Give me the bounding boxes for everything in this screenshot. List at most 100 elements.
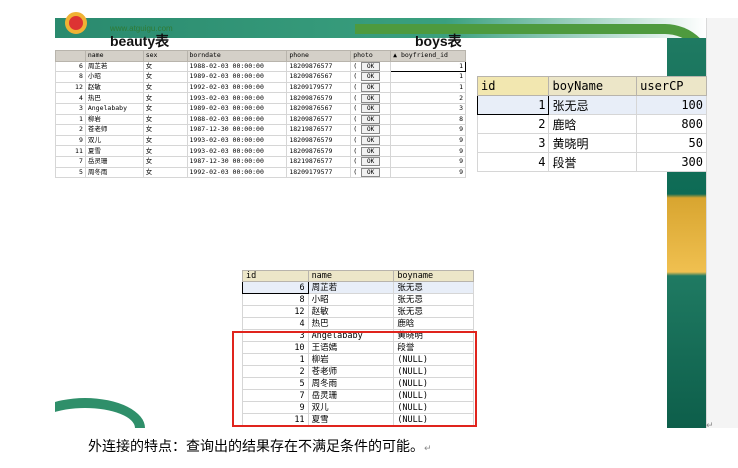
photo-ok-button[interactable]: OK bbox=[361, 114, 381, 124]
beauty-cell[interactable]: 1 bbox=[390, 81, 466, 94]
beauty-row[interactable]: 7 岳灵珊女 1987-12-30 00:00:00 18219876577( OK 9 bbox=[55, 155, 466, 168]
beauty-cell[interactable]: 1993-02-03 00:00:00 bbox=[186, 145, 288, 157]
boys-cell[interactable]: 4 bbox=[476, 152, 550, 172]
beauty-cell[interactable]: 1989-02-03 00:00:00 bbox=[186, 71, 288, 83]
boys-cell[interactable]: 1 bbox=[476, 95, 550, 115]
beauty-cell[interactable]: 18219876577 bbox=[286, 124, 352, 136]
result-cell[interactable]: 张无忌 bbox=[393, 305, 474, 318]
beauty-cell[interactable]: 18209179577 bbox=[286, 81, 352, 94]
boys-cell[interactable]: 鹿晗 bbox=[548, 114, 638, 134]
boys-cell[interactable]: 300 bbox=[636, 152, 707, 172]
beauty-cell[interactable]: 热巴 bbox=[84, 92, 144, 104]
beauty-cell[interactable]: 小昭 bbox=[84, 71, 144, 83]
beauty-cell[interactable]: 18219876577 bbox=[286, 155, 352, 168]
beauty-cell[interactable]: 岳灵珊 bbox=[84, 155, 144, 168]
beauty-cell[interactable]: 9 bbox=[55, 134, 86, 147]
beauty-cell[interactable]: 女 bbox=[142, 92, 188, 104]
beauty-cell[interactable]: 1988-02-03 00:00:00 bbox=[186, 113, 288, 126]
beauty-cell[interactable]: 18209876567 bbox=[286, 102, 352, 115]
beauty-cell[interactable]: 8 bbox=[390, 113, 466, 126]
result-cell[interactable]: 8 bbox=[242, 293, 309, 306]
boys-cell[interactable]: 100 bbox=[636, 95, 707, 115]
result-cell[interactable]: 6 bbox=[242, 281, 309, 294]
beauty-cell[interactable]: 18209876579 bbox=[286, 92, 352, 104]
photo-ok-button[interactable]: OK bbox=[361, 167, 381, 177]
beauty-cell[interactable]: 9 bbox=[390, 134, 466, 147]
boys-row[interactable]: 1 张无忌 100 bbox=[476, 95, 707, 115]
beauty-col-phone[interactable]: phone bbox=[286, 50, 352, 62]
boys-cell[interactable]: 800 bbox=[636, 114, 707, 134]
beauty-cell[interactable]: 18209876579 bbox=[286, 145, 352, 157]
beauty-cell[interactable]: 2 bbox=[55, 124, 86, 136]
result-row[interactable]: 12 赵敏 张无忌 bbox=[242, 305, 474, 318]
boys-row[interactable]: 2 鹿晗 800 bbox=[476, 114, 707, 134]
boys-cell[interactable]: 黄晓明 bbox=[548, 133, 638, 153]
beauty-cell[interactable]: 3 bbox=[390, 102, 466, 115]
beauty-col-name[interactable]: name bbox=[84, 50, 144, 62]
beauty-cell[interactable]: 2 bbox=[390, 92, 466, 104]
beauty-row[interactable]: 12 赵敏女 1992-02-03 00:00:00 18209179577( OK 1 bbox=[55, 81, 466, 94]
result-col-boyname[interactable]: boyname bbox=[393, 270, 474, 282]
result-cell[interactable]: 热巴 bbox=[307, 317, 395, 330]
beauty-cell[interactable]: 9 bbox=[390, 155, 466, 168]
beauty-cell[interactable]: 18209876577 bbox=[286, 60, 352, 73]
beauty-cell[interactable]: 女 bbox=[142, 155, 188, 168]
beauty-cell[interactable]: 9 bbox=[390, 166, 466, 179]
result-cell[interactable]: 赵敏 bbox=[307, 305, 395, 318]
beauty-cell[interactable]: 1993-02-03 00:00:00 bbox=[186, 92, 288, 104]
beauty-cell[interactable]: 1987-12-30 00:00:00 bbox=[186, 155, 288, 168]
beauty-cell[interactable]: 18209179577 bbox=[286, 166, 352, 179]
photo-ok-button[interactable]: OK bbox=[361, 72, 381, 82]
beauty-cell[interactable]: 1992-02-03 00:00:00 bbox=[186, 81, 288, 94]
beauty-cell[interactable]: 18209876567 bbox=[286, 71, 352, 83]
result-cell[interactable]: 4 bbox=[242, 317, 309, 330]
beauty-row[interactable]: 4 热巴女 1993-02-03 00:00:00 18209876579( OK 2 bbox=[55, 92, 466, 104]
result-row[interactable]: 8 小昭 张无忌 bbox=[242, 293, 474, 306]
beauty-col-photo[interactable]: photo bbox=[350, 50, 392, 62]
beauty-cell[interactable]: 赵敏 bbox=[84, 81, 144, 94]
photo-ok-button[interactable]: OK bbox=[361, 136, 381, 146]
beauty-cell[interactable]: 1988-02-03 00:00:00 bbox=[186, 60, 288, 73]
photo-ok-button[interactable]: OK bbox=[361, 61, 381, 71]
result-row[interactable]: 4 热巴 鹿晗 bbox=[242, 317, 474, 330]
boys-row[interactable]: 3 黄晓明 50 bbox=[476, 133, 707, 153]
beauty-cell[interactable]: 女 bbox=[142, 113, 188, 126]
beauty-col-boyfriend-id[interactable]: ▲ boyfriend_id bbox=[390, 50, 466, 62]
result-cell[interactable]: 12 bbox=[242, 305, 309, 318]
result-cell[interactable]: 小昭 bbox=[307, 293, 395, 306]
result-row[interactable]: 6 周芷若 张无忌 bbox=[242, 281, 474, 294]
beauty-cell[interactable]: 1 bbox=[390, 60, 466, 73]
beauty-row[interactable]: 6 周芷若女 1988-02-03 00:00:00 18209876577( OK 1 bbox=[55, 60, 466, 73]
beauty-cell[interactable]: 女 bbox=[142, 60, 188, 73]
beauty-cell[interactable]: 柳岩 bbox=[84, 113, 144, 126]
boys-cell[interactable]: 50 bbox=[636, 133, 707, 153]
photo-ok-button[interactable]: OK bbox=[361, 157, 381, 167]
beauty-row[interactable]: 5 周冬雨女 1992-02-03 00:00:00 18209179577( OK 9 bbox=[55, 166, 466, 179]
boys-cell[interactable]: 2 bbox=[476, 114, 550, 134]
beauty-cell[interactable]: 苍老师 bbox=[84, 124, 144, 136]
beauty-cell[interactable]: 女 bbox=[142, 81, 188, 94]
photo-ok-button[interactable]: OK bbox=[361, 125, 381, 135]
beauty-cell[interactable]: 1987-12-30 00:00:00 bbox=[186, 124, 288, 136]
result-cell[interactable]: 张无忌 bbox=[393, 281, 474, 294]
beauty-cell[interactable]: 夏雪 bbox=[84, 145, 144, 157]
beauty-row[interactable]: 8 小昭女 1989-02-03 00:00:00 18209876567( OK 1 bbox=[55, 71, 466, 83]
boys-col-usercp[interactable]: userCP bbox=[636, 76, 707, 96]
photo-ok-button[interactable]: OK bbox=[361, 146, 381, 156]
beauty-cell[interactable]: 周芷若 bbox=[84, 60, 144, 73]
photo-ok-button[interactable]: OK bbox=[361, 104, 381, 114]
result-col-id[interactable]: id bbox=[242, 270, 309, 282]
beauty-row[interactable]: 1 柳岩女 1988-02-03 00:00:00 18209876577( OK 8 bbox=[55, 113, 466, 126]
beauty-cell[interactable]: 女 bbox=[142, 124, 188, 136]
boys-cell[interactable]: 3 bbox=[476, 133, 550, 153]
beauty-cell[interactable]: 女 bbox=[142, 71, 188, 83]
boys-cell[interactable]: 张无忌 bbox=[548, 95, 638, 115]
beauty-cell[interactable]: 1 bbox=[390, 71, 466, 83]
beauty-cell[interactable]: 12 bbox=[55, 81, 86, 94]
beauty-cell[interactable]: 7 bbox=[55, 155, 86, 168]
beauty-cell[interactable]: 9 bbox=[390, 145, 466, 157]
beauty-col-borndate[interactable]: borndate bbox=[186, 50, 288, 62]
beauty-cell[interactable]: 女 bbox=[142, 102, 188, 115]
beauty-cell[interactable]: Angelababy bbox=[84, 102, 144, 115]
boys-col-boyname[interactable]: boyName bbox=[548, 76, 638, 96]
